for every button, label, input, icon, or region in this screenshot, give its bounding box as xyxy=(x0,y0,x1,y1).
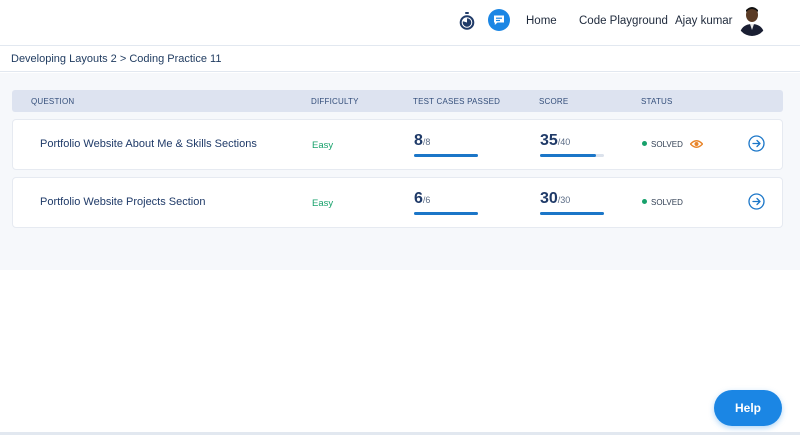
eye-icon[interactable] xyxy=(690,139,703,149)
nav-home-link[interactable]: Home xyxy=(526,15,557,27)
test-cases-value: 8 xyxy=(414,132,423,149)
timer-icon[interactable] xyxy=(459,12,475,30)
arrow-right-circle-icon[interactable] xyxy=(748,193,765,210)
score-value: 30 xyxy=(540,190,558,207)
arrow-right-circle-icon[interactable] xyxy=(748,135,765,152)
status-badge: SOLVED xyxy=(642,198,683,207)
test-cases-passed: 6/6 xyxy=(414,190,478,215)
score-progress-bar xyxy=(540,212,604,215)
score: 30/30 xyxy=(540,190,604,215)
column-question: QUESTION xyxy=(31,97,75,106)
test-cases-total: /6 xyxy=(422,195,431,205)
column-score: SCORE xyxy=(539,97,569,106)
chat-icon[interactable] xyxy=(488,9,510,31)
score-progress-bar xyxy=(540,154,604,157)
status-label: SOLVED xyxy=(651,198,683,207)
test-cases-progress-bar xyxy=(414,154,478,157)
column-difficulty: DIFFICULTY xyxy=(311,97,359,106)
nav-code-playground-link[interactable]: Code Playground xyxy=(579,15,668,27)
solved-dot-icon xyxy=(642,141,647,147)
score-total: /30 xyxy=(557,195,571,205)
test-cases-total: /8 xyxy=(422,137,431,147)
table-row[interactable]: Portfolio Website About Me & Skills Sect… xyxy=(12,119,783,170)
test-cases-progress-bar xyxy=(414,212,478,215)
breadcrumb: Developing Layouts 2 > Coding Practice 1… xyxy=(0,47,800,72)
table-row[interactable]: Portfolio Website Projects Section Easy … xyxy=(12,177,783,228)
difficulty-label: Easy xyxy=(312,198,334,209)
breadcrumb-text[interactable]: Developing Layouts 2 > Coding Practice 1… xyxy=(11,53,221,65)
status-label: SOLVED xyxy=(651,140,683,149)
score-value: 35 xyxy=(540,132,558,149)
top-navbar: Home Code Playground Ajay kumar xyxy=(0,0,800,46)
score-total: /40 xyxy=(557,137,571,147)
column-test-cases: TEST CASES PASSED xyxy=(413,97,501,106)
help-button[interactable]: Help xyxy=(714,390,782,426)
table-header: QUESTION DIFFICULTY TEST CASES PASSED SC… xyxy=(12,90,783,112)
question-title[interactable]: Portfolio Website Projects Section xyxy=(40,196,205,208)
score: 35/40 xyxy=(540,132,604,157)
avatar[interactable] xyxy=(737,4,767,36)
column-status: STATUS xyxy=(641,97,673,106)
status-badge: SOLVED xyxy=(642,140,683,149)
question-title[interactable]: Portfolio Website About Me & Skills Sect… xyxy=(40,138,257,150)
test-cases-passed: 8/8 xyxy=(414,132,478,157)
solved-dot-icon xyxy=(642,199,647,205)
difficulty-label: Easy xyxy=(312,140,334,151)
user-name[interactable]: Ajay kumar xyxy=(675,15,733,27)
test-cases-value: 6 xyxy=(414,190,423,207)
